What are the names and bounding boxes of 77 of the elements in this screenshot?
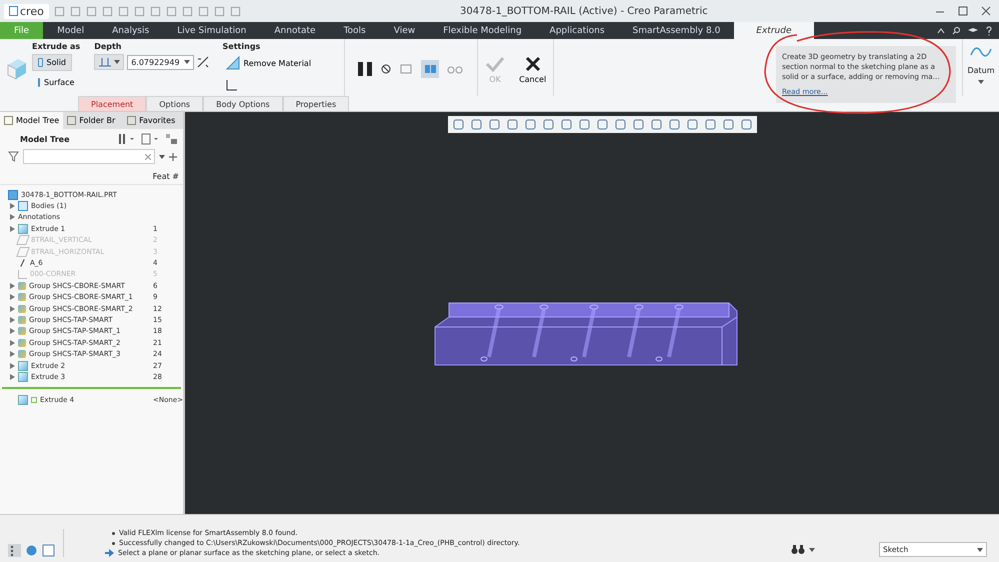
panel-tab[interactable]: Placement [78,96,146,111]
caret-icon[interactable] [184,60,190,64]
column-header: Feat # [152,172,179,181]
extrude-icon [6,57,28,81]
collapse-icon[interactable] [937,26,945,34]
show-icon[interactable] [141,133,159,145]
ribbon-tab[interactable]: Applications [536,22,619,39]
bodies-icon [18,201,28,212]
checkmark-icon [485,56,506,72]
depth-field[interactable]: 6.07922949 [127,54,194,70]
bullet-icon [112,542,115,544]
app-logo: creo [4,4,49,18]
part-icon [8,190,18,200]
graphics-area[interactable] [185,112,999,514]
search-field[interactable] [23,149,155,164]
learning-icon[interactable] [968,26,978,34]
datum-label[interactable]: Datum [967,66,995,75]
tree-settings-icon[interactable] [165,133,179,145]
extrude-icon [18,372,28,382]
caret-icon[interactable] [809,548,815,552]
group-heading: Extrude as [32,42,80,51]
help-icon[interactable] [985,26,993,36]
thicken-icon[interactable] [226,79,238,91]
ribbon-tab[interactable]: Live Simulation [163,22,260,39]
ribbon-tab[interactable]: View [380,22,430,39]
add-icon[interactable] [169,152,177,160]
clear-icon[interactable] [145,154,151,160]
browser-toggle-icon[interactable] [25,544,38,557]
extrude-icon [18,395,28,406]
extrude-type-button[interactable]: Solid [32,54,72,71]
plane-icon [16,246,30,257]
ribbon-tab[interactable]: SmartAssembly 8.0 [618,22,734,39]
caret-icon[interactable] [978,80,984,84]
new-feature-icon [31,397,37,404]
navigator-tab[interactable]: Model Tree [0,112,64,129]
bullet-icon [112,532,115,534]
panel-tab[interactable]: Body Options [203,96,283,111]
caret-icon[interactable] [977,548,983,552]
group-heading: Depth [94,42,122,51]
coordinate-system-icon [18,270,27,279]
panel-title: Model Tree [20,134,71,144]
window-title: 30478-1_BOTTOM-RAIL (Active) - Creo Parametric [459,6,709,16]
depth-type-button[interactable] [94,54,124,70]
blind-depth-icon [98,57,112,67]
extrude-type-button[interactable]: Surface [32,74,72,91]
panel-tab[interactable]: Properties [282,96,350,111]
remove-material-toggle[interactable]: Remove Material [222,54,314,72]
glasses-icon[interactable] [447,64,464,74]
caret-icon[interactable] [159,154,165,158]
no-preview-icon[interactable] [381,64,392,74]
ribbon-tab[interactable]: Tools [330,22,380,39]
navigator-tab[interactable]: Favorites [123,112,184,129]
remove-material-icon [226,56,240,70]
filter-icon[interactable] [8,151,19,162]
ribbon-tab[interactable]: Model [43,22,98,39]
arrow-icon [105,549,114,557]
navigator-tab[interactable]: Folder Br [63,112,124,129]
group-heading: Settings [222,42,262,51]
full-screen-icon[interactable] [42,544,55,557]
ribbon-tab[interactable]: Flexible Modeling [429,22,536,39]
cancel-button[interactable]: Cancel [516,42,550,84]
search-icon[interactable] [952,26,961,35]
tools-icon[interactable] [117,133,135,145]
verify-preview-icon[interactable] [421,60,440,78]
ribbon-tab[interactable]: Analysis [98,22,164,39]
caret-icon[interactable] [114,60,120,64]
maximize-icon[interactable] [958,6,968,16]
panel-tab[interactable]: Options [146,96,204,111]
binoculars-icon[interactable] [791,544,805,555]
axis-icon [20,259,25,267]
extrude-icon [18,360,28,371]
extrude-icon [18,224,28,234]
flip-direction-icon[interactable] [196,56,209,68]
plane-icon [16,235,30,246]
navigator-toggle-icon[interactable] [8,544,21,557]
ribbon-tab[interactable]: Annotate [260,22,330,39]
ribbon-tab[interactable]: Extrude [734,22,814,39]
